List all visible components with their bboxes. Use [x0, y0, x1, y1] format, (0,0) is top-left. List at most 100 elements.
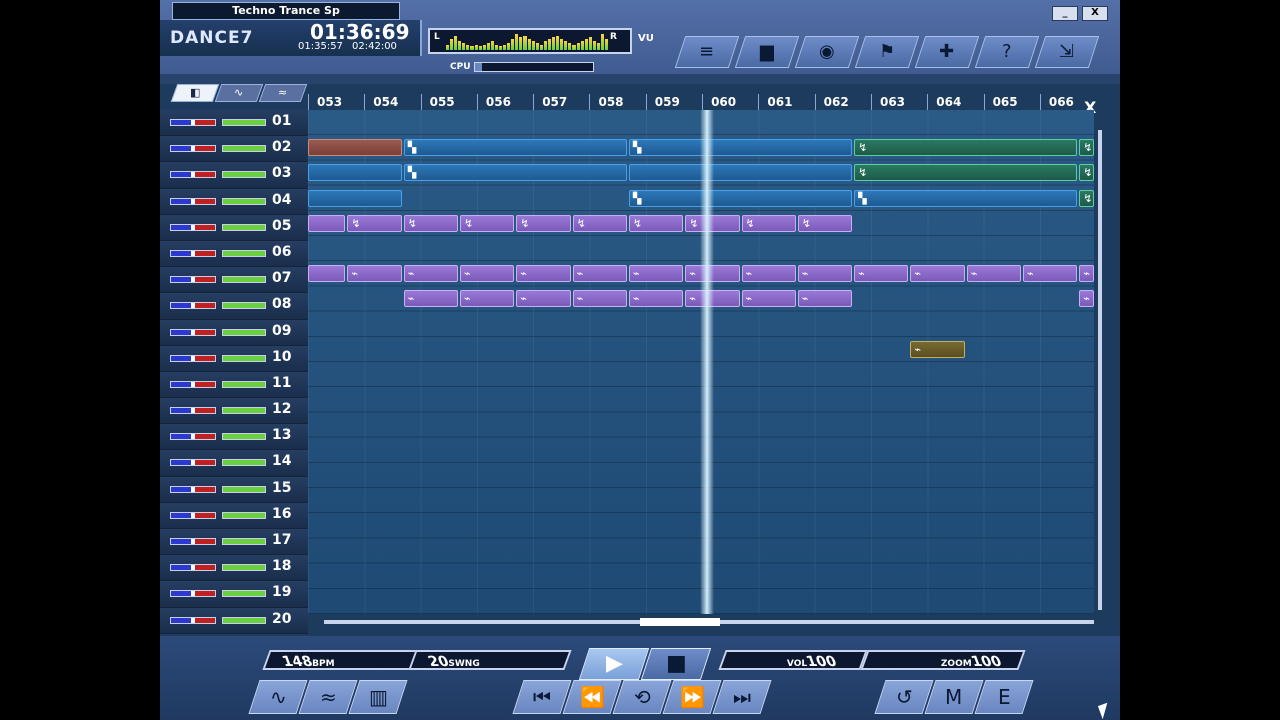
track-row[interactable]: 14 [160, 450, 308, 477]
pattern-clip[interactable]: ⌁ [966, 265, 1021, 283]
pattern-clip[interactable]: ▚ [628, 189, 853, 207]
toolbar-folder-button[interactable]: ▆ [734, 36, 800, 68]
pan-slider[interactable] [170, 538, 216, 545]
bar-number[interactable]: 061 [758, 94, 814, 110]
volume-slider[interactable] [222, 276, 266, 284]
pattern-clip[interactable] [628, 164, 853, 182]
pan-slider[interactable] [170, 276, 216, 284]
track-row[interactable]: 12 [160, 398, 308, 425]
pan-slider[interactable] [170, 249, 216, 257]
pattern-clip[interactable]: ↯ [628, 214, 684, 232]
pattern-clip[interactable]: ⌁ [854, 265, 909, 283]
pan-slider[interactable] [170, 119, 216, 126]
pattern-clip[interactable]: ↯ [1079, 189, 1094, 207]
pattern-clip[interactable]: ⌁ [741, 290, 796, 308]
pattern-clip[interactable]: ⌁ [910, 340, 965, 358]
bar-ruler[interactable]: 053 054 055 056 057 058 059 060 061 062 063 064 065 0… [308, 94, 1098, 110]
pan-slider[interactable] [170, 380, 216, 388]
pan-slider[interactable] [170, 485, 216, 493]
track-row[interactable]: 16 [160, 502, 308, 529]
volume-slider[interactable] [222, 197, 266, 205]
pattern-clip[interactable] [308, 139, 402, 157]
pattern-clip[interactable] [308, 164, 402, 182]
pattern-clip[interactable]: ⌁ [516, 290, 571, 308]
pattern-clip[interactable]: ▚ [403, 139, 627, 157]
minimize-button[interactable]: _ [1052, 6, 1078, 21]
volume-slider[interactable] [222, 459, 266, 467]
toolbar-expand-button[interactable]: ⇲ [1034, 36, 1100, 68]
pattern-clip[interactable]: ⌁ [1079, 265, 1094, 283]
arrangement-grid[interactable]: ▚ ▚ ↯ ↯ ▚ ↯ ↯ ▚ ▚ ↯ ↯ ↯ ↯ ↯ ↯ ↯ ↯ ↯ ↯ ⌁ ⌁ ⌁ ⌁ ⌁ ⌁ ⌁ ⌁ ⌁ ⌁ ⌁ ⌁ ⌁ ⌁ ⌁ ⌁ ⌁ ⌁ ⌁ ⌁ ⌁… [308, 110, 1094, 614]
track-row[interactable]: 18 [160, 555, 308, 582]
track-row[interactable]: 06 [160, 240, 308, 268]
tab-arrange[interactable]: ◧ [170, 84, 220, 102]
toolbar-help-button[interactable]: ? [974, 36, 1040, 68]
bar-number[interactable]: 062 [814, 94, 871, 110]
track-row[interactable]: 20 [160, 607, 308, 634]
track-row[interactable]: 03 [160, 162, 308, 189]
pattern-clip[interactable]: ⌁ [572, 290, 627, 308]
volume-slider[interactable] [222, 538, 266, 545]
volume-slider[interactable] [222, 328, 266, 336]
volume-slider[interactable] [222, 354, 266, 362]
volume-field[interactable]: VOL100 [718, 650, 868, 670]
pattern-clip[interactable]: ⌁ [797, 265, 853, 283]
pattern-clip[interactable]: ⌁ [460, 290, 515, 308]
pattern-clip[interactable]: ↯ [741, 214, 796, 232]
volume-slider[interactable] [222, 145, 266, 153]
track-row[interactable]: 08 [160, 293, 308, 320]
volume-slider[interactable] [222, 302, 266, 310]
bar-number[interactable]: 060 [702, 94, 758, 110]
pan-slider[interactable] [170, 433, 216, 441]
pan-slider[interactable] [170, 590, 216, 598]
toolbar-walk-button[interactable]: ⚑ [854, 36, 920, 68]
pattern-clip[interactable]: ⌁ [572, 265, 627, 283]
pattern-clip[interactable]: ⌁ [1023, 265, 1078, 283]
bpm-field[interactable]: 148BPM [262, 650, 426, 670]
pan-slider[interactable] [170, 407, 216, 415]
bar-number[interactable]: 065 [983, 94, 1040, 110]
pattern-clip[interactable]: ⌁ [797, 290, 853, 308]
pattern-clip[interactable]: ⌁ [910, 265, 965, 283]
track-row[interactable]: 04 [160, 188, 308, 215]
pan-slider[interactable] [170, 354, 216, 362]
pattern-clip[interactable]: ⌁ [403, 265, 458, 283]
vertical-scrollbar[interactable] [1098, 130, 1102, 610]
bar-number[interactable]: 056 [476, 94, 533, 110]
tab-sampler[interactable]: ∿ [214, 84, 264, 102]
volume-slider[interactable] [222, 171, 266, 179]
close-button[interactable]: X [1082, 6, 1108, 21]
pan-slider[interactable] [170, 564, 216, 572]
pan-slider[interactable] [170, 197, 216, 205]
volume-slider[interactable] [222, 590, 266, 598]
bar-number[interactable]: 057 [533, 94, 589, 110]
toolbar-drum-button[interactable]: ◉ [794, 36, 860, 68]
pattern-clip[interactable] [308, 265, 346, 283]
pattern-clip[interactable] [308, 189, 402, 207]
playhead[interactable] [700, 110, 714, 614]
toolbar-puzzle-button[interactable]: ✚ [914, 36, 980, 68]
bar-number[interactable]: 059 [645, 94, 702, 110]
swing-field[interactable]: 20SWNG [408, 650, 572, 670]
horizontal-scroll-thumb[interactable] [640, 618, 720, 626]
pan-slider[interactable] [170, 171, 216, 179]
pattern-clip[interactable]: ↯ [1079, 139, 1094, 157]
bar-number[interactable]: 054 [364, 94, 420, 110]
track-row[interactable]: 15 [160, 476, 308, 503]
pan-slider[interactable] [170, 223, 216, 231]
volume-slider[interactable] [222, 433, 266, 441]
volume-slider[interactable] [222, 616, 266, 624]
track-row[interactable]: 02 [160, 136, 308, 163]
track-row[interactable]: 07 [160, 267, 308, 294]
volume-slider[interactable] [222, 119, 266, 126]
pattern-clip[interactable]: ↯ [516, 214, 571, 232]
pattern-clip[interactable]: ⌁ [628, 265, 684, 283]
play-button[interactable]: ▶ [578, 648, 650, 680]
track-row[interactable]: 09 [160, 319, 308, 346]
track-row[interactable]: 19 [160, 581, 308, 608]
bar-number[interactable]: 055 [420, 94, 477, 110]
track-row[interactable]: 17 [160, 529, 308, 556]
bar-number[interactable]: 058 [589, 94, 645, 110]
pattern-clip[interactable]: ⌁ [516, 265, 571, 283]
pan-slider[interactable] [170, 328, 216, 336]
